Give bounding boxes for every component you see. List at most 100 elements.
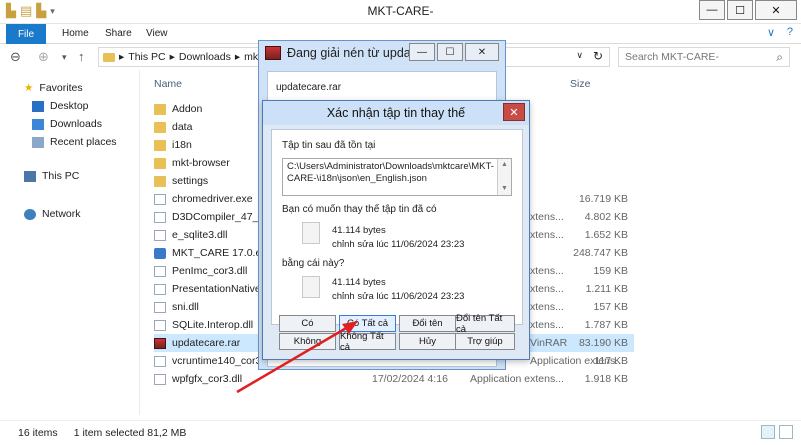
cancel-button[interactable]: Hủy	[399, 333, 456, 350]
folder-icon	[154, 121, 166, 133]
computer-icon	[24, 170, 36, 182]
nav-network[interactable]: Network	[24, 208, 81, 220]
file-type: Application extens...	[470, 373, 564, 385]
exists-label: Tập tin sau đã tồn tại	[282, 140, 376, 151]
file-size: 83.190 KB	[578, 337, 628, 349]
file-name: wpfgfx_cor3.dll	[172, 373, 243, 385]
nav-desktop[interactable]: Desktop	[32, 100, 89, 112]
nav-recent-places[interactable]: Recent places	[32, 136, 117, 148]
large-icons-view-icon[interactable]	[779, 425, 793, 439]
up-arrow-icon[interactable]: ↑	[78, 49, 85, 64]
no-to-all-button[interactable]: Không Tất cả	[339, 331, 396, 353]
star-icon: ★	[24, 82, 34, 94]
file-name: e_sqlite3.dll	[172, 229, 228, 241]
file-name: sni.dll	[172, 301, 199, 313]
selection-info: 1 item selected 81,2 MB	[73, 427, 187, 439]
folder-icon	[154, 103, 166, 115]
tab-file[interactable]: File	[6, 24, 46, 44]
window-title: MKT-CARE-	[367, 4, 434, 18]
old-file-modified: chỉnh sửa lúc 11/06/2024 23:23	[332, 239, 465, 250]
breadcrumb-current[interactable]: mk	[244, 51, 258, 63]
nav-downloads[interactable]: Downloads	[32, 118, 102, 130]
nav-label: Favorites	[39, 82, 83, 94]
tab-home[interactable]: Home	[62, 28, 89, 39]
extraction-dialog-title: Đang giải nén từ upda...	[287, 46, 422, 60]
minimize-button[interactable]: —	[409, 43, 435, 61]
file-size: 157 KB	[593, 301, 628, 313]
close-button[interactable]: ✕	[503, 103, 525, 121]
file-date: 17/02/2024 4:16	[372, 373, 448, 385]
details-view-icon[interactable]	[761, 425, 775, 439]
replace-question: Bạn có muốn thay thế tập tin đã có	[282, 204, 437, 215]
file-size: 4.802 KB	[584, 211, 628, 223]
search-icon[interactable]: ⌕	[776, 50, 783, 65]
file-size: 16.719 KB	[578, 193, 628, 205]
file-name: chromedriver.exe	[172, 193, 253, 205]
file-path: C:\Users\Administrator\Downloads\mktcare…	[287, 161, 494, 184]
column-header-name[interactable]: Name	[154, 78, 182, 90]
file-name: D3DCompiler_47_c	[172, 211, 264, 223]
file-name: SQLite.Interop.dll	[172, 319, 254, 331]
forward-icon[interactable]: ⊕	[38, 49, 49, 65]
tab-view[interactable]: View	[146, 28, 168, 39]
breadcrumb-downloads[interactable]: Downloads	[179, 51, 231, 63]
table-row[interactable]: wpfgfx_cor3.dll 17/02/2024 4:16 Applicatio…	[154, 370, 634, 388]
nav-favorites[interactable]: ★ Favorites	[24, 82, 83, 94]
breadcrumb-thispc[interactable]: This PC	[128, 51, 165, 63]
nav-label: This PC	[42, 170, 80, 182]
file-icon	[154, 355, 166, 367]
folder-icon	[154, 175, 166, 187]
folder-icon	[103, 52, 115, 62]
scroll-up-icon[interactable]: ▲	[501, 159, 508, 171]
minimize-button[interactable]: —	[699, 0, 725, 20]
help-button[interactable]: Trợ giúp	[455, 333, 515, 350]
search-input[interactable]: Search MKT-CARE- ⌕	[618, 47, 790, 67]
file-name: PresentationNative_	[172, 283, 267, 295]
close-button[interactable]: ✕	[465, 43, 499, 61]
scroll-down-icon[interactable]: ▼	[501, 183, 508, 195]
refresh-icon[interactable]: ↻	[593, 49, 603, 63]
file-icon	[302, 222, 320, 244]
maximize-button[interactable]: ☐	[727, 0, 753, 20]
winrar-icon	[265, 46, 281, 60]
file-path-box[interactable]: C:\Users\Administrator\Downloads\mktcare…	[282, 158, 512, 196]
file-name: mkt-browser	[172, 157, 230, 169]
title-bar: ▙ ▤ ▙ ▾ MKT-CARE- — ☐ ✕	[0, 0, 801, 24]
file-name: Addon	[172, 103, 203, 115]
maximize-button[interactable]: ☐	[437, 43, 463, 61]
no-button[interactable]: Không	[279, 333, 336, 350]
nav-label: Downloads	[50, 118, 102, 130]
downloads-icon	[32, 118, 44, 130]
scrollbar[interactable]: ▲ ▼	[497, 159, 511, 195]
file-size: 1.787 KB	[584, 319, 628, 331]
file-size: 1.211 KB	[585, 283, 628, 295]
file-icon	[154, 229, 166, 241]
breadcrumb-separator-icon: ▸	[169, 51, 175, 63]
yes-to-all-button[interactable]: Có Tất cả	[339, 315, 396, 332]
file-size: 1.918 KB	[584, 373, 628, 385]
file-name: settings	[172, 175, 209, 187]
ribbon-expand-icon[interactable]: ∨	[767, 26, 775, 39]
file-size: 1.652 KB	[584, 229, 628, 241]
file-icon	[154, 373, 166, 385]
file-icon	[154, 193, 166, 205]
nav-this-pc[interactable]: This PC	[24, 170, 79, 182]
back-icon[interactable]: ⊖	[10, 49, 21, 65]
rename-all-button[interactable]: Đổi tên Tất cả	[455, 313, 515, 335]
file-icon	[154, 301, 166, 313]
recent-chevron-icon[interactable]: ▾	[62, 52, 67, 63]
tab-share[interactable]: Share	[105, 28, 132, 39]
rename-button[interactable]: Đổi tên	[399, 315, 456, 332]
address-dropdown-icon[interactable]: ∨	[576, 50, 583, 61]
file-name: updatecare.rar	[172, 337, 241, 349]
file-size: 159 KB	[593, 265, 628, 277]
yes-button[interactable]: Có	[279, 315, 336, 332]
file-name: PenImc_cor3.dll	[172, 265, 248, 277]
column-header-size[interactable]: Size	[570, 78, 590, 90]
old-file-size: 41.114 bytes	[332, 225, 386, 236]
help-icon[interactable]: ?	[787, 26, 793, 38]
file-size: 117 KB	[594, 355, 628, 367]
close-button[interactable]: ✕	[755, 0, 797, 20]
file-size: 248.747 KB	[573, 247, 628, 259]
nav-label: Desktop	[50, 100, 89, 112]
